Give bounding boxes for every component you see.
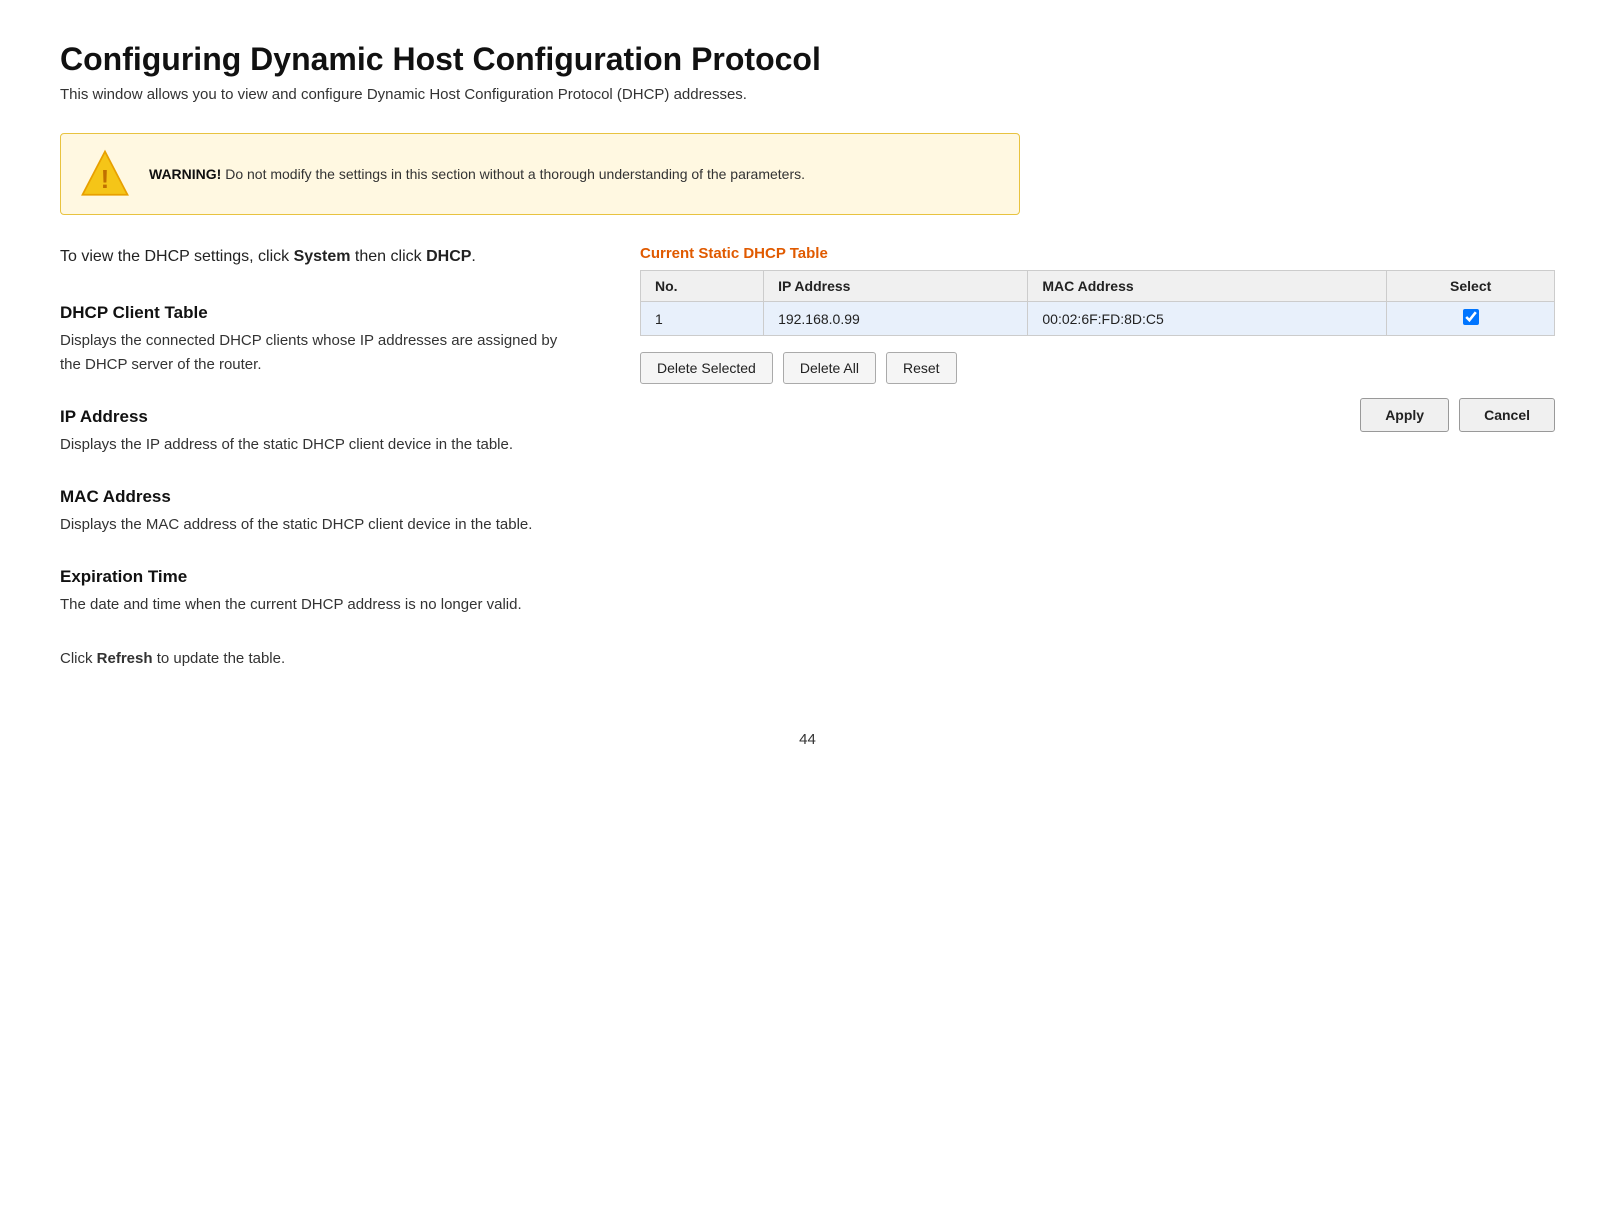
warning-box: ! WARNING! Do not modify the settings in…	[60, 133, 1020, 215]
cell-mac: 00:02:6F:FD:8D:C5	[1028, 302, 1387, 336]
refresh-bold: Refresh	[97, 650, 153, 667]
intro-between: then click	[350, 248, 426, 265]
table-row: 1 192.168.0.99 00:02:6F:FD:8D:C5	[641, 302, 1555, 336]
cell-select[interactable]	[1387, 302, 1555, 336]
svg-text:!: !	[101, 164, 110, 194]
section-ip-address: IP Address Displays the IP address of th…	[60, 407, 580, 457]
table-title: Current Static DHCP Table	[640, 245, 1555, 262]
delete-all-button[interactable]: Delete All	[783, 352, 876, 384]
section-body-mac-address: Displays the MAC address of the static D…	[60, 513, 580, 537]
dhcp-table: No. IP Address MAC Address Select 1 192.…	[640, 270, 1555, 336]
content-area: To view the DHCP settings, click System …	[60, 245, 1555, 671]
section-title-expiration-time: Expiration Time	[60, 567, 580, 587]
right-panel: Current Static DHCP Table No. IP Address…	[640, 245, 1555, 432]
left-panel: To view the DHCP settings, click System …	[60, 245, 580, 671]
col-header-ip: IP Address	[764, 271, 1028, 302]
apply-button[interactable]: Apply	[1360, 398, 1449, 432]
section-dhcp-client-table: DHCP Client Table Displays the connected…	[60, 303, 580, 377]
warning-icon: !	[79, 148, 131, 200]
section-body-dhcp-client-table: Displays the connected DHCP clients whos…	[60, 329, 580, 377]
section-mac-address: MAC Address Displays the MAC address of …	[60, 487, 580, 537]
row-checkbox[interactable]	[1463, 309, 1479, 325]
col-header-select: Select	[1387, 271, 1555, 302]
section-title-dhcp-client-table: DHCP Client Table	[60, 303, 580, 323]
dhcp-link: DHCP	[426, 248, 471, 265]
apply-cancel-row: Apply Cancel	[640, 398, 1555, 432]
section-title-ip-address: IP Address	[60, 407, 580, 427]
refresh-before: Click	[60, 650, 97, 667]
section-title-mac-address: MAC Address	[60, 487, 580, 507]
table-header-row: No. IP Address MAC Address Select	[641, 271, 1555, 302]
warning-label: WARNING!	[149, 166, 221, 182]
section-expiration-time: Expiration Time The date and time when t…	[60, 567, 580, 617]
intro-after: .	[471, 248, 475, 265]
table-actions: Delete Selected Delete All Reset	[640, 352, 1555, 384]
intro-before: To view the DHCP settings, click	[60, 248, 294, 265]
cell-ip: 192.168.0.99	[764, 302, 1028, 336]
col-header-no: No.	[641, 271, 764, 302]
cancel-button[interactable]: Cancel	[1459, 398, 1555, 432]
section-body-ip-address: Displays the IP address of the static DH…	[60, 433, 580, 457]
delete-selected-button[interactable]: Delete Selected	[640, 352, 773, 384]
col-header-mac: MAC Address	[1028, 271, 1387, 302]
cell-no: 1	[641, 302, 764, 336]
warning-text: WARNING! Do not modify the settings in t…	[149, 166, 805, 182]
refresh-after: to update the table.	[153, 650, 286, 667]
page-subtitle: This window allows you to view and confi…	[60, 86, 1555, 103]
section-body-expiration-time: The date and time when the current DHCP …	[60, 593, 580, 617]
system-link: System	[294, 248, 351, 265]
page-title: Configuring Dynamic Host Configuration P…	[60, 40, 1555, 78]
warning-description: Do not modify the settings in this secti…	[225, 166, 805, 182]
reset-button[interactable]: Reset	[886, 352, 957, 384]
page-number: 44	[60, 731, 1555, 748]
refresh-text: Click Refresh to update the table.	[60, 647, 580, 671]
intro-text: To view the DHCP settings, click System …	[60, 245, 580, 269]
